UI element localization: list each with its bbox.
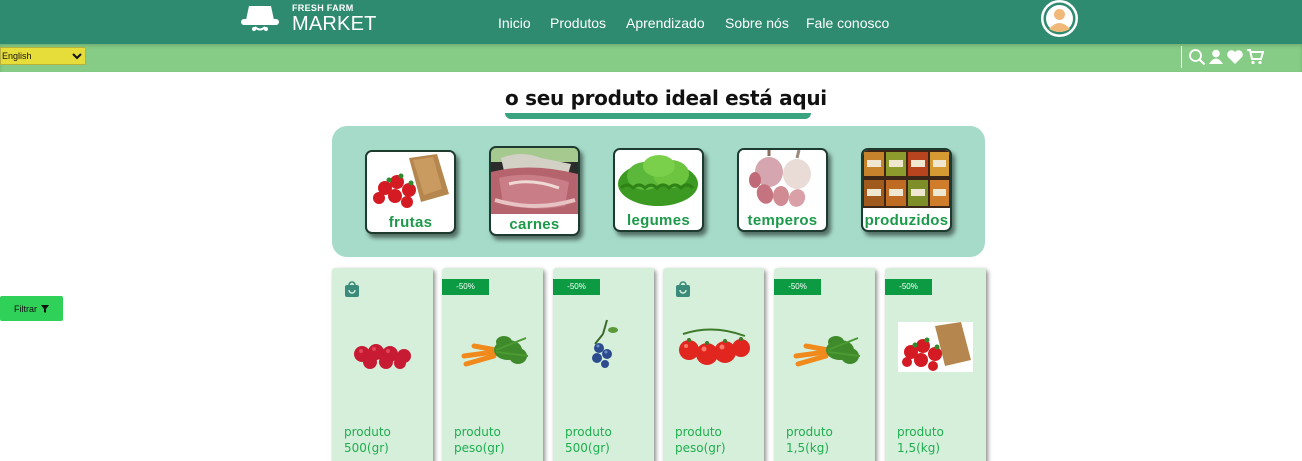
- product-card[interactable]: produto peso(gr): [663, 268, 764, 461]
- nav-sobre-nos[interactable]: Sobre nós: [725, 15, 806, 33]
- language-selected-value: English: [2, 51, 32, 61]
- page: FRESH FARM MARKET Inicio Produtos Aprend…: [0, 0, 1302, 461]
- jars-image: [863, 150, 950, 208]
- product-image-blueberries: [592, 319, 618, 368]
- category-label: frutas: [388, 214, 433, 231]
- nav-inicio[interactable]: Inicio: [498, 15, 550, 33]
- product-name: produto: [344, 425, 391, 439]
- lettuce-image: [615, 150, 702, 208]
- meat-image: [491, 148, 578, 214]
- product-card[interactable]: -50% produto 500(gr): [553, 268, 654, 461]
- product-image-carrots: [793, 336, 861, 367]
- shopping-bag-icon[interactable]: [345, 281, 359, 297]
- category-label: legumes: [627, 212, 690, 229]
- language-select[interactable]: English: [0, 47, 86, 65]
- category-produzidos[interactable]: produzidos: [861, 148, 952, 232]
- category-temperos[interactable]: temperos: [737, 148, 828, 232]
- product-name: produto: [675, 425, 722, 439]
- product-image-tomatoes: [679, 328, 750, 365]
- nav-fale-conosco[interactable]: Fale conosco: [806, 15, 896, 33]
- brand-logo[interactable]: FRESH FARM MARKET: [240, 2, 376, 42]
- toolbar-icons: [1181, 46, 1267, 68]
- main-nav: Inicio Produtos Aprendizado Sobre nós Fa…: [498, 15, 896, 33]
- category-frutas[interactable]: frutas: [365, 150, 456, 234]
- user-avatar-icon: [1043, 2, 1076, 35]
- category-label: temperos: [747, 212, 818, 229]
- garlic-image: [739, 150, 826, 208]
- product-quantity: 500(gr): [565, 441, 610, 455]
- filter-label: Filtrar: [14, 303, 37, 314]
- product-card[interactable]: -50% produto 1,5(kg): [774, 268, 875, 461]
- chevron-down-icon: [72, 53, 82, 60]
- farmer-hat-icon: [241, 6, 279, 31]
- product-quantity: peso(gr): [454, 441, 505, 455]
- cart-icon[interactable]: [1247, 49, 1264, 65]
- category-legumes[interactable]: legumes: [613, 148, 704, 232]
- user-icon[interactable]: [1209, 49, 1223, 65]
- user-avatar[interactable]: [1041, 0, 1078, 37]
- product-card[interactable]: produto 500(gr): [332, 268, 433, 461]
- page-heading: o seu produto ideal está aqui: [505, 86, 827, 110]
- brand-name-small: FRESH FARM: [292, 3, 354, 13]
- nav-aprendizado[interactable]: Aprendizado: [626, 15, 725, 33]
- product-name: produto: [897, 425, 944, 439]
- product-quantity: 1,5(kg): [786, 441, 830, 455]
- product-card[interactable]: -50% produto 1,5(kg): [885, 268, 986, 461]
- category-label: carnes: [509, 216, 560, 233]
- category-carnes[interactable]: carnes: [489, 146, 580, 236]
- shopping-bag-icon[interactable]: [676, 281, 690, 297]
- categories-panel: frutas carnes legumes temperos produzido…: [332, 126, 985, 257]
- filter-button[interactable]: Filtrar: [0, 296, 63, 321]
- nav-produtos[interactable]: Produtos: [550, 15, 626, 33]
- secondary-bar: [0, 44, 1302, 72]
- heading-underline: [505, 113, 811, 119]
- product-image-strawberries: [898, 322, 973, 372]
- product-card[interactable]: -50% produto peso(gr): [442, 268, 543, 461]
- discount-badge: -50%: [885, 279, 932, 295]
- brand-name-large: MARKET: [292, 13, 377, 35]
- search-icon[interactable]: [1188, 48, 1206, 66]
- category-label: produzidos: [864, 212, 949, 229]
- product-image-raspberries: [354, 344, 411, 369]
- funnel-icon: [41, 304, 49, 313]
- toolbar-divider: [1181, 46, 1182, 68]
- strawberries-image: [367, 152, 454, 210]
- discount-badge: -50%: [553, 279, 600, 295]
- product-quantity: 1,5(kg): [897, 441, 941, 455]
- top-navbar: FRESH FARM MARKET Inicio Produtos Aprend…: [0, 0, 1302, 44]
- product-name: produto: [454, 425, 501, 439]
- product-name: produto: [786, 425, 833, 439]
- heart-icon[interactable]: [1226, 49, 1244, 65]
- discount-badge: -50%: [442, 279, 489, 295]
- product-image-carrots: [461, 336, 529, 367]
- product-quantity: peso(gr): [675, 441, 726, 455]
- product-name: produto: [565, 425, 612, 439]
- product-quantity: 500(gr): [344, 441, 389, 455]
- discount-badge: -50%: [774, 279, 821, 295]
